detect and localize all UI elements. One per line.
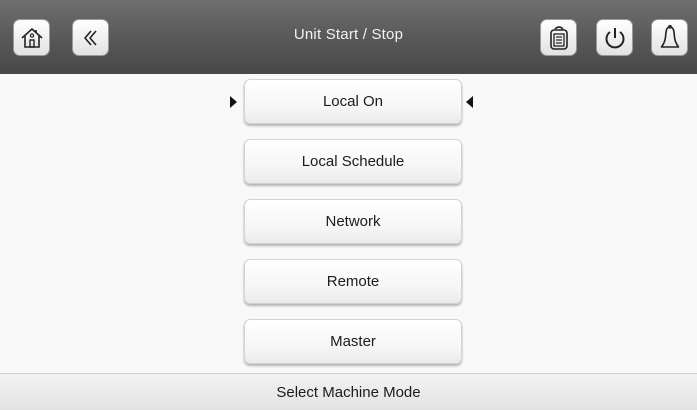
- mode-button-label: Local On: [322, 93, 384, 110]
- mode-button-label: Remote: [326, 273, 380, 290]
- power-button[interactable]: [596, 19, 633, 56]
- mode-button-network[interactable]: Network: [244, 199, 462, 244]
- clipboard-button[interactable]: [540, 19, 577, 56]
- mode-button-local-on[interactable]: Local On: [244, 79, 462, 124]
- mode-button-master[interactable]: Master: [244, 319, 462, 364]
- mode-button-local-schedule[interactable]: Local Schedule: [244, 139, 462, 184]
- clipboard-icon: [549, 25, 568, 50]
- selected-marker-left-icon: [230, 96, 237, 108]
- mode-button-label: Local Schedule: [301, 153, 405, 170]
- alarm-bell-icon: [660, 24, 679, 48]
- mode-button-label: Master: [330, 333, 376, 350]
- alarm-button[interactable]: [651, 19, 688, 56]
- title-bar: Unit Start / Stop: [0, 0, 697, 74]
- status-text: Select Machine Mode: [276, 383, 421, 401]
- selected-marker-right-icon: [466, 96, 473, 108]
- mode-button-remote[interactable]: Remote: [244, 259, 462, 304]
- page-title: Unit Start / Stop: [293, 26, 404, 43]
- status-bar: Select Machine Mode: [0, 373, 697, 410]
- mode-button-label: Network: [325, 213, 381, 230]
- power-icon: [605, 27, 624, 48]
